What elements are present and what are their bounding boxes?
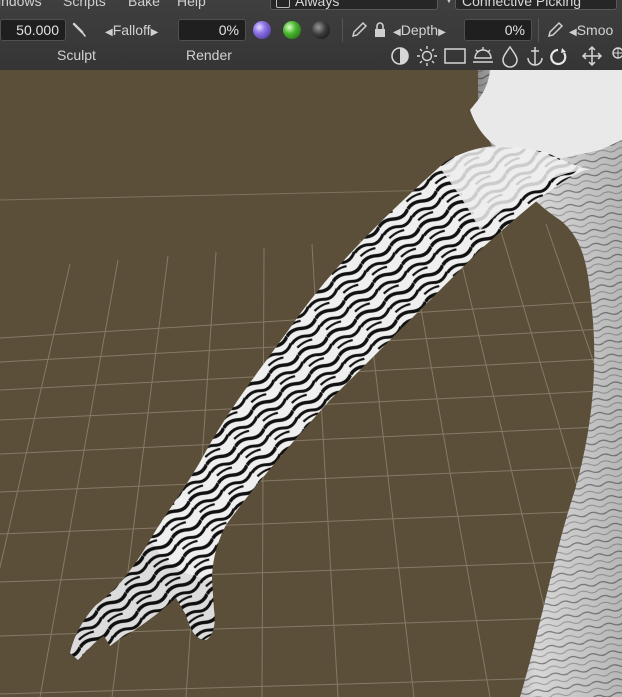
anchor-icon[interactable]: [527, 47, 543, 66]
toolbar-separator: [342, 18, 343, 42]
lamp-icon[interactable]: [473, 47, 493, 63]
sculpt-label[interactable]: Sculpt: [57, 47, 96, 63]
pencil2-icon[interactable]: [544, 19, 566, 41]
picking-dropdown[interactable]: Connective Picking: [455, 0, 617, 10]
contrast-icon[interactable]: [391, 47, 409, 65]
sun-icon[interactable]: [417, 46, 437, 66]
smooth-prev-icon[interactable]: ◀: [569, 27, 577, 38]
material-green-icon[interactable]: [283, 21, 301, 39]
smooth-control[interactable]: ◀Smoo: [569, 19, 613, 44]
depth-label: Depth: [400, 22, 439, 38]
falloff-label: Falloff: [112, 22, 151, 38]
lock-icon[interactable]: [371, 19, 389, 41]
picking-value: Connective Picking: [462, 0, 582, 9]
depth-prev-icon[interactable]: ◀: [393, 27, 401, 38]
top-toolbar: indows Scripts Bake Help Always ▼ Connec…: [0, 0, 622, 71]
material-purple-icon[interactable]: [253, 21, 271, 39]
menu-bake[interactable]: Bake: [128, 0, 160, 9]
always-dropdown[interactable]: Always: [270, 0, 438, 10]
pencil-icon[interactable]: [348, 19, 370, 41]
depth-next-icon[interactable]: ▶: [438, 27, 446, 38]
menu-scripts[interactable]: Scripts: [63, 0, 106, 9]
viewport-tools: [388, 44, 622, 68]
move-icon[interactable]: [581, 45, 603, 67]
menu-help[interactable]: Help: [177, 0, 206, 9]
smooth-label: Smoo: [576, 22, 614, 38]
depth-control[interactable]: ◀Depth▶: [393, 19, 446, 44]
target-icon[interactable]: [612, 47, 622, 59]
drop-icon[interactable]: [502, 45, 518, 68]
rotate-icon[interactable]: [550, 48, 567, 66]
brush-icon[interactable]: [68, 19, 90, 41]
falloff-control[interactable]: ◀Falloff▶: [105, 19, 158, 44]
render-label[interactable]: Render: [186, 47, 232, 63]
model-arm: [70, 145, 590, 660]
falloff-next-icon[interactable]: ▶: [151, 27, 159, 38]
always-value: Always: [295, 0, 340, 9]
3d-viewport[interactable]: [0, 70, 622, 697]
strength-field[interactable]: 50.000: [0, 19, 66, 41]
always-checkbox[interactable]: [276, 0, 290, 8]
material-dark-icon[interactable]: [312, 21, 330, 39]
falloff-field[interactable]: 0%: [178, 19, 246, 41]
falloff-prev-icon[interactable]: ◀: [105, 27, 113, 38]
sculpt-app: indows Scripts Bake Help Always ▼ Connec…: [0, 0, 622, 697]
menu-windows[interactable]: indows: [0, 0, 42, 9]
depth-field[interactable]: 0%: [464, 19, 532, 41]
dropdown-arrow-icon[interactable]: ▼: [443, 0, 455, 6]
toolbar-separator-2: [538, 18, 539, 42]
rectangle-icon[interactable]: [444, 48, 466, 64]
